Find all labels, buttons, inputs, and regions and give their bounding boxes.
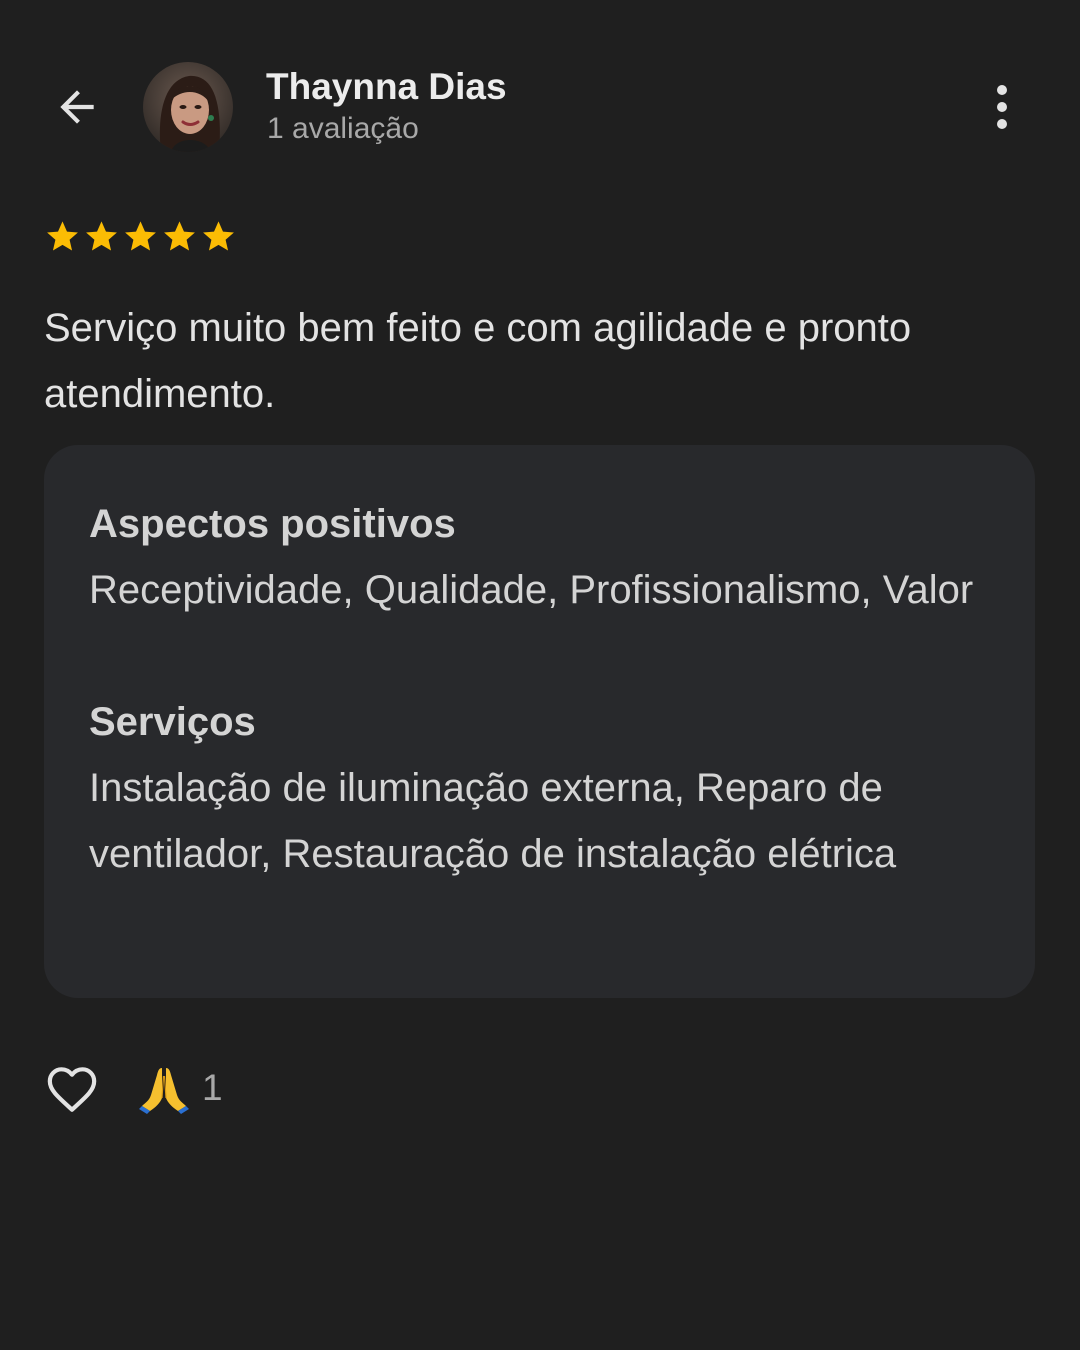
positive-aspects-title: Aspectos positivos: [89, 502, 456, 546]
arrow-left-icon: [60, 90, 94, 124]
services-title: Serviços: [89, 700, 256, 744]
folded-hands-icon[interactable]: [138, 1062, 190, 1114]
back-button[interactable]: [44, 76, 110, 138]
reaction-count: 1: [202, 1067, 223, 1108]
star-icon: [125, 221, 156, 251]
star-icon: [203, 221, 234, 251]
review-header: Thaynna Dias 1 avaliação: [0, 60, 1080, 154]
avatar[interactable]: [143, 62, 233, 152]
star-rating: [44, 218, 237, 255]
like-button[interactable]: [44, 1060, 100, 1116]
star-icon: [164, 221, 195, 251]
heart-outline-icon: [47, 1067, 97, 1112]
user-name[interactable]: Thaynna Dias: [266, 66, 507, 108]
more-vertical-icon: [997, 85, 1007, 95]
more-options-button[interactable]: [972, 74, 1032, 140]
star-icon: [47, 221, 78, 251]
reactions-bar: 1: [44, 1058, 223, 1118]
review-count: 1 avaliação: [267, 112, 419, 145]
review-details-card: Aspectos positivos Receptividade, Qualid…: [44, 445, 1035, 998]
positive-aspects-text: Receptividade, Qualidade, Profissionalis…: [89, 568, 974, 612]
review-text: Serviço muito bem feito e com agilidade …: [44, 306, 912, 416]
services-text: Instalação de iluminação externa, Reparo…: [89, 766, 897, 876]
star-icon: [86, 221, 117, 251]
